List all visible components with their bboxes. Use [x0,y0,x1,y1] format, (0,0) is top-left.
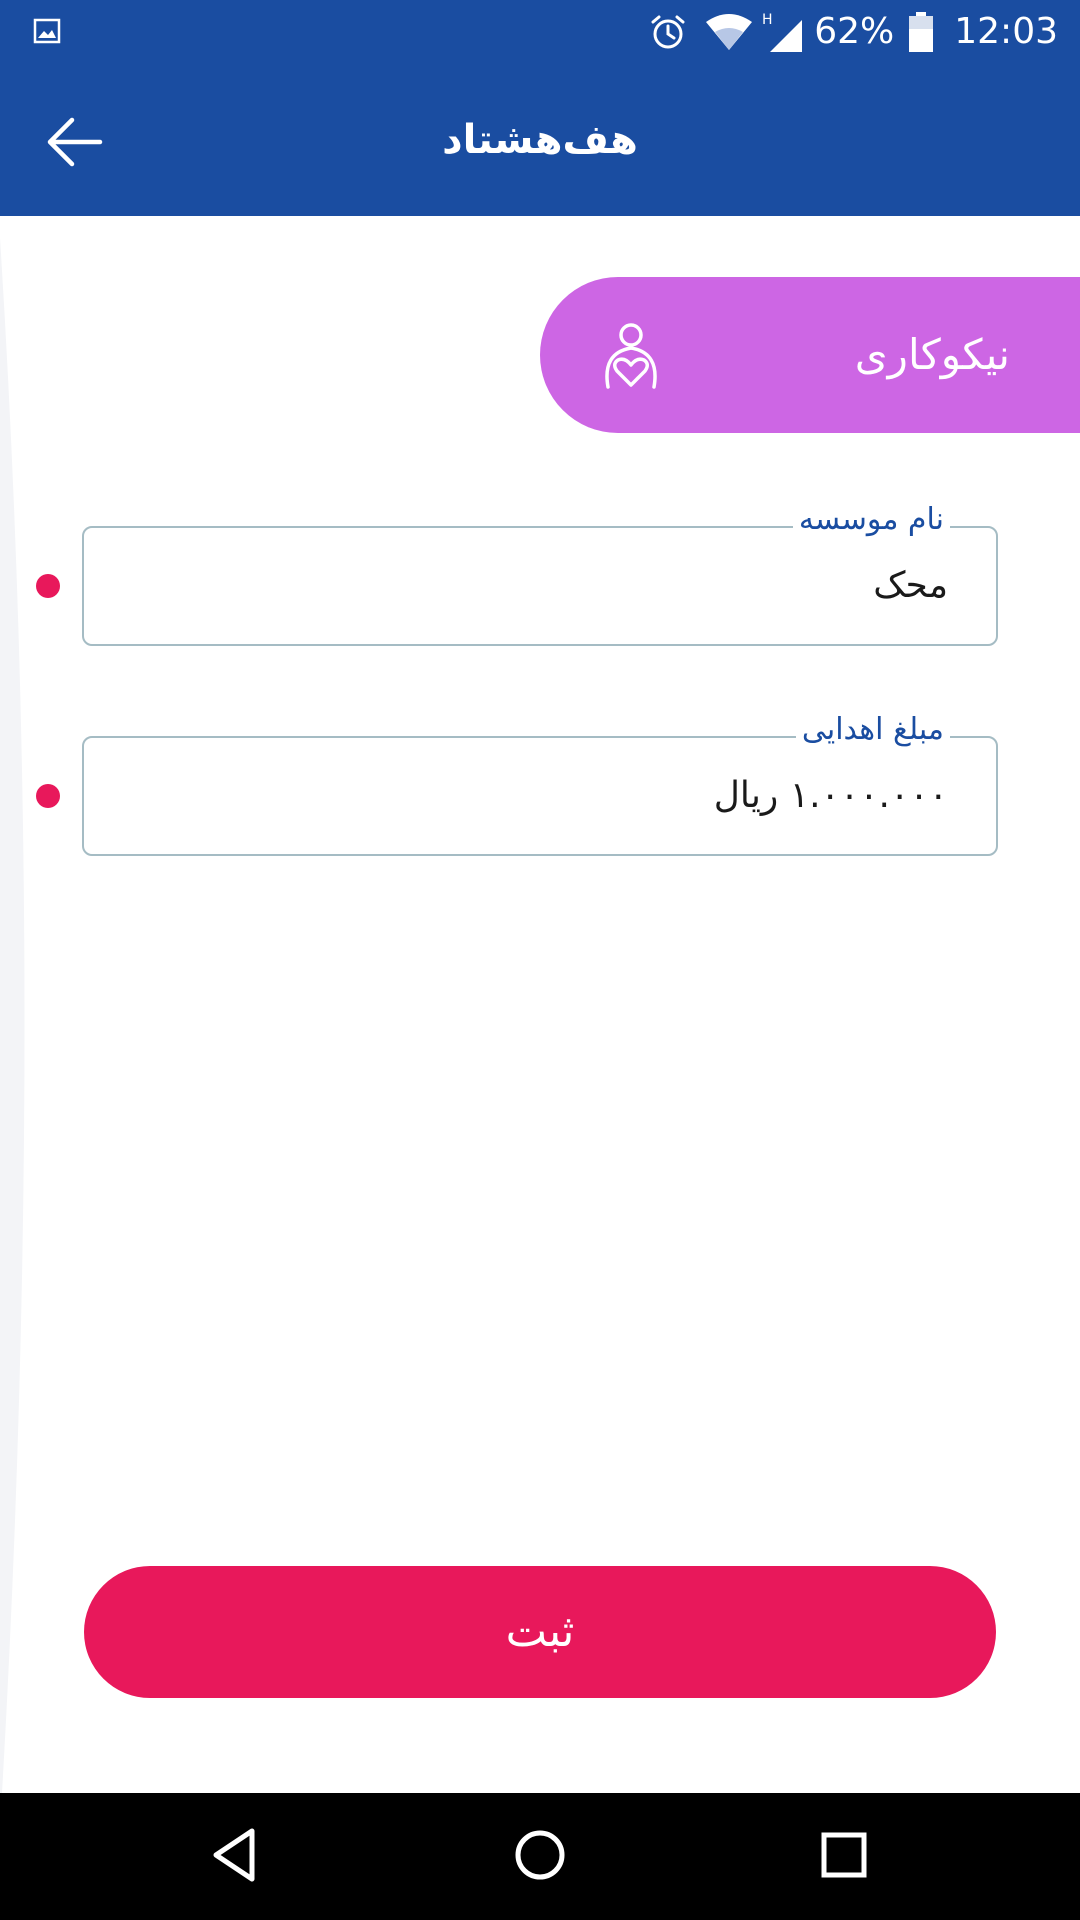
status-bar: H 62% 12:03 [0,0,1080,64]
wifi-icon [706,14,753,50]
institution-value: محک [873,565,948,606]
page-title: هف‌هشتاد [442,117,638,163]
content-area: نیکوکاری نام موسسه محک مبلغ اهدایی ۱.۰۰۰… [0,216,1080,1793]
required-indicator [36,574,60,598]
status-icons: H 62% 12:03 [648,0,1058,64]
submit-button[interactable]: ثبت [84,1566,996,1698]
arrow-left-icon [47,117,103,167]
app-bar: هف‌هشتاد [0,64,1080,216]
amount-field[interactable]: مبلغ اهدایی ۱.۰۰۰.۰۰۰ ریال [82,710,998,856]
svg-text:H: H [762,12,773,28]
circle-home-icon[interactable] [508,1823,572,1887]
background-arc [0,216,25,1793]
signal-icon: H [762,12,803,52]
charity-heart-icon [605,323,657,389]
amount-value: ۱.۰۰۰.۰۰۰ ریال [713,775,948,816]
triangle-back-icon[interactable] [204,1823,268,1887]
status-clock: 12:03 [954,11,1058,52]
navigation-bar [0,1793,1080,1920]
square-recents-icon[interactable] [812,1823,876,1887]
category-pill[interactable]: نیکوکاری [540,277,1080,433]
institution-field[interactable]: نام موسسه محک [82,500,998,646]
back-button[interactable] [46,114,106,170]
battery-percent: 62% [814,11,895,52]
battery-icon [909,12,934,52]
alarm-icon [651,15,685,49]
required-indicator [36,784,60,808]
image-icon [33,18,61,44]
category-label: نیکوکاری [854,330,1010,379]
